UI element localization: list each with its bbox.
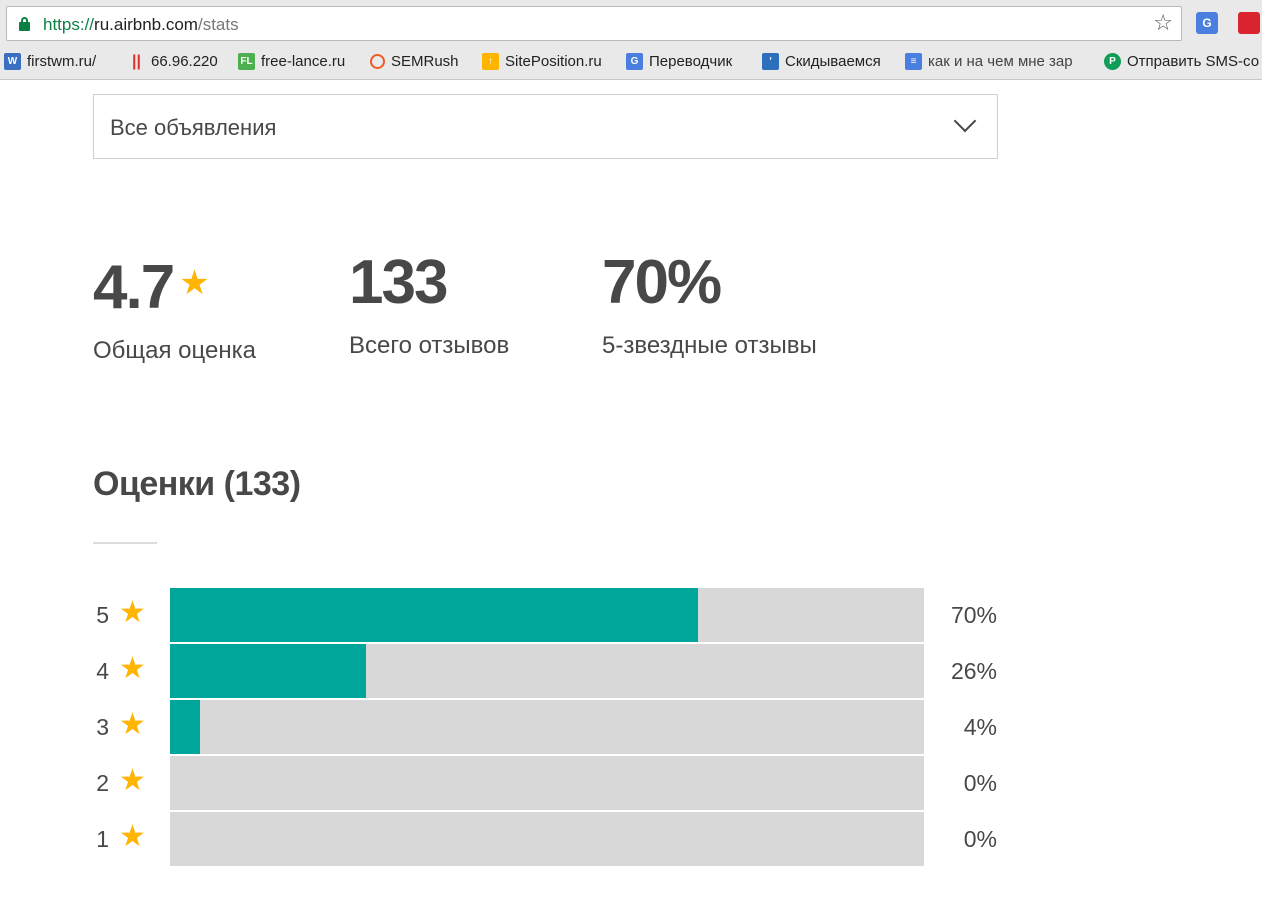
rating-row-percent: 70% (950, 602, 997, 628)
total-reviews-value: 133 (349, 248, 448, 317)
rating-bar-track (170, 756, 924, 810)
rating-bar-track (170, 812, 924, 866)
address-bar[interactable]: https://ru.airbnb.com/stats ☆ (6, 6, 1182, 41)
bookmark-item[interactable]: FL free-lance.ru (238, 50, 345, 72)
bookmark-star-icon[interactable]: ☆ (1153, 11, 1173, 35)
star-icon: ★ (119, 652, 146, 685)
bookmark-item[interactable]: G Переводчик (626, 50, 732, 72)
rating-row-stars: 1 (96, 826, 109, 852)
star-icon: ★ (119, 820, 146, 853)
rating-bar-track (170, 700, 924, 754)
star-icon: ★ (119, 596, 146, 629)
bars-icon: || (132, 52, 141, 70)
bookmark-item[interactable]: ʼ Скидываемся (762, 50, 881, 72)
skid-icon: ʼ (762, 52, 779, 70)
overall-rating-value: 4.7 ★ (93, 253, 210, 322)
ratings-heading: Оценки (133) (93, 465, 301, 503)
sms-extension-icon[interactable] (1238, 12, 1260, 34)
rating-row-percent: 0% (963, 826, 997, 852)
bookmark-item[interactable]: SEMRush (370, 50, 459, 72)
rating-row-stars: 2 (96, 770, 109, 796)
overall-rating-stat: 4.7 ★ Общая оценка (93, 248, 256, 365)
five-star-label: 5-звездные отзывы (602, 332, 817, 359)
rating-row-percent: 0% (963, 770, 997, 796)
bookmark-item[interactable]: Wfirstwm.ru/ (4, 50, 96, 72)
semrush-icon (370, 53, 385, 69)
rating-bar-track (170, 588, 924, 642)
rating-bar-track (170, 644, 924, 698)
doc-icon: ≡ (905, 52, 922, 70)
star-icon: ★ (119, 764, 146, 797)
five-star-stat: 70% 5-звездные отзывы (602, 248, 817, 360)
rating-row-2: 2 ★ 0% (93, 756, 1003, 810)
bookmark-item[interactable]: ↑ SitePosition.ru (482, 50, 602, 72)
lock-icon (19, 17, 30, 31)
bookmark-item[interactable]: ≡ как и на чем мне зар (905, 50, 1073, 72)
rating-row-stars: 5 (96, 602, 109, 628)
rating-row-stars: 4 (96, 658, 109, 684)
google-translate-extension-icon[interactable]: G (1196, 12, 1218, 34)
total-reviews-stat: 133 Всего отзывов (349, 248, 509, 360)
rating-row-3: 3 ★ 4% (93, 700, 1003, 754)
siteposition-icon: ↑ (482, 52, 499, 70)
rating-row-stars: 3 (96, 714, 109, 740)
browser-chrome: https://ru.airbnb.com/stats ☆ G Wfirstwm… (0, 0, 1262, 80)
total-reviews-label: Всего отзывов (349, 332, 510, 359)
listing-select-value: Все объявления (110, 115, 277, 140)
rating-row-percent: 4% (963, 714, 997, 740)
rating-row-4: 4 ★ 26% (93, 644, 1003, 698)
rating-bar-fill (170, 700, 201, 754)
translate-icon: G (626, 52, 643, 70)
five-star-value: 70% (602, 248, 722, 317)
sms-send-icon: P (1104, 52, 1121, 70)
chevron-down-icon (953, 109, 977, 133)
bookmarks-bar: Wfirstwm.ru/ || 66.96.220 FL free-lance.ru… (0, 48, 1262, 74)
rating-bar-fill (170, 644, 367, 698)
star-icon: ★ (119, 708, 146, 741)
listing-select[interactable]: Все объявления (93, 94, 998, 159)
divider (93, 542, 157, 544)
rating-row-percent: 26% (950, 658, 997, 684)
fl-icon: FL (238, 52, 255, 70)
bookmark-item[interactable]: P Отправить SMS-со (1104, 50, 1259, 72)
wm-icon: W (4, 52, 21, 70)
bookmark-item[interactable]: || 66.96.220 (128, 50, 218, 72)
rating-bar-fill (170, 588, 698, 642)
rating-row-5: 5 ★ 70% (93, 588, 1003, 642)
rating-row-1: 1 ★ 0% (93, 812, 1003, 866)
star-icon: ★ (179, 264, 210, 302)
url-text[interactable]: https://ru.airbnb.com/stats (43, 15, 239, 35)
overall-rating-label: Общая оценка (93, 337, 256, 364)
